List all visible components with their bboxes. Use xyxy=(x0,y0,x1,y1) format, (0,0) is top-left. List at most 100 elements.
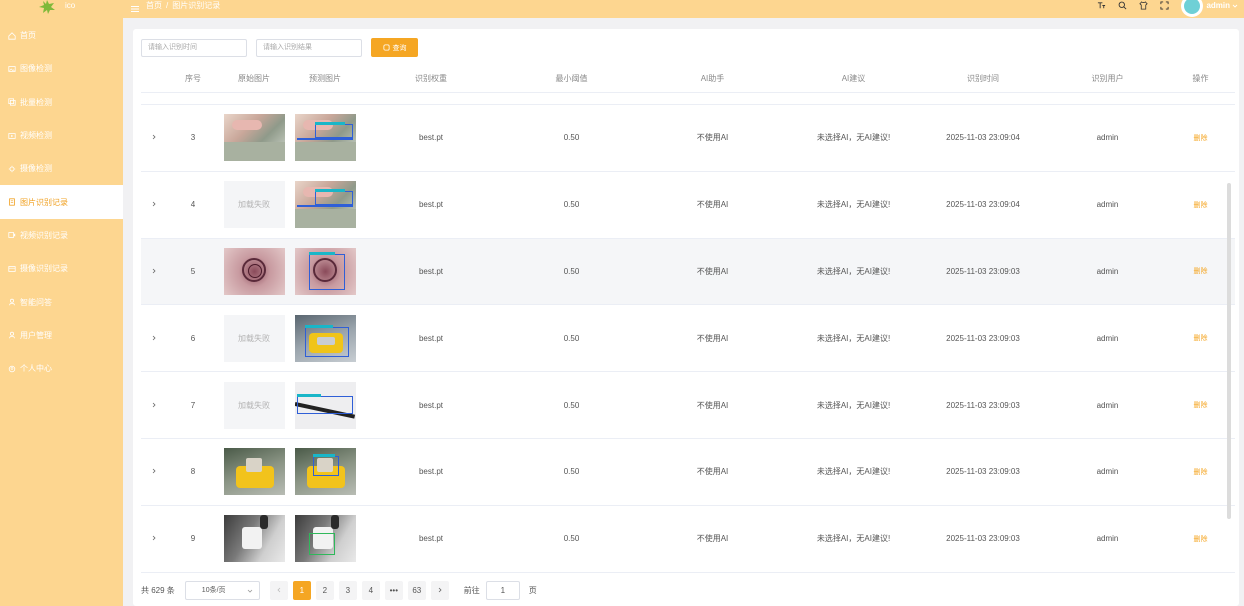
cell-ai: 不使用AI xyxy=(696,133,729,143)
predicted-image[interactable] xyxy=(294,114,356,162)
table-header: 序号 原始图片 预测图片 识别权重 最小阈值 AI助手 AI建议 识别时间 识别… xyxy=(141,65,1235,93)
prev-page-button[interactable] xyxy=(269,580,288,600)
expand-chevron-icon[interactable] xyxy=(141,401,167,410)
hamburger-menu-icon[interactable] xyxy=(131,5,139,13)
page-4-button[interactable]: 4 xyxy=(361,580,380,600)
sidebar-item-home[interactable]: 首页 xyxy=(0,19,123,52)
cell-no: 5 xyxy=(190,266,196,276)
avatar[interactable] xyxy=(1181,0,1204,17)
search-time-input[interactable] xyxy=(141,38,247,57)
delete-button[interactable]: 删除 xyxy=(1194,469,1208,476)
page-1-button[interactable]: 1 xyxy=(292,580,311,600)
sidebar-item-video-detect[interactable]: 视频检测 xyxy=(0,119,123,152)
expand-chevron-icon[interactable] xyxy=(141,133,167,142)
cell-ai: 不使用AI xyxy=(696,400,729,410)
cell-weight: best.pt xyxy=(418,400,443,410)
cell-time: 2025-11-03 23:09:03 xyxy=(946,400,1020,410)
predicted-image[interactable] xyxy=(294,515,356,563)
username[interactable]: admin xyxy=(1206,1,1230,10)
cell-user: admin xyxy=(1096,333,1119,343)
expand-chevron-icon[interactable] xyxy=(141,467,167,476)
font-size-icon[interactable] xyxy=(1096,0,1106,10)
original-image[interactable] xyxy=(223,515,285,563)
expand-chevron-icon[interactable] xyxy=(141,534,167,543)
header-weight: 识别权重 xyxy=(415,74,447,83)
more-pages-button[interactable]: ••• xyxy=(384,580,403,600)
sidebar-item-video-record[interactable]: 视频识别记录 xyxy=(0,219,123,252)
delete-button[interactable]: 删除 xyxy=(1194,335,1208,342)
original-image[interactable] xyxy=(223,448,285,496)
predicted-image[interactable] xyxy=(294,381,356,429)
cell-weight: best.pt xyxy=(418,333,443,343)
predicted-image[interactable] xyxy=(294,247,356,295)
sidebar-item-label: 视频识别记录 xyxy=(20,230,68,240)
avatar-image xyxy=(1184,0,1201,14)
cell-no: 4 xyxy=(190,200,196,210)
page-2-button[interactable]: 2 xyxy=(315,580,334,600)
sidebar-menu: 首页 图像检测 批量检测 视频检测 摄像检测 图片识别记录 视频识别记录 摄像识… xyxy=(0,19,123,385)
header-pred: 预测图片 xyxy=(309,74,341,83)
fullscreen-icon[interactable] xyxy=(1159,0,1169,10)
chevron-down-icon xyxy=(247,588,253,594)
page-size-select[interactable]: 10条/页 xyxy=(184,580,260,600)
page-63-button[interactable]: 63 xyxy=(407,580,426,600)
original-image-failed: 加载失败 xyxy=(223,381,285,429)
search-icon[interactable] xyxy=(1117,0,1127,10)
table-scrollbar[interactable] xyxy=(1227,183,1231,519)
delete-button[interactable]: 删除 xyxy=(1194,268,1208,275)
page-3-button[interactable]: 3 xyxy=(338,580,357,600)
total-count: 共 629 条 xyxy=(141,585,175,595)
sidebar-item-smart-qa[interactable]: 智能问答 xyxy=(0,285,123,318)
delete-button[interactable]: 删除 xyxy=(1194,536,1208,543)
delete-button[interactable]: 删除 xyxy=(1194,202,1208,209)
delete-button[interactable]: 删除 xyxy=(1194,402,1208,409)
search-button[interactable]: 查询 xyxy=(371,38,418,57)
record-icon xyxy=(7,198,16,207)
profile-icon xyxy=(7,364,16,373)
camera-record-icon xyxy=(7,264,16,273)
cell-ai: 不使用AI xyxy=(696,266,729,276)
sidebar-item-label: 用户管理 xyxy=(20,330,52,340)
sidebar-item-image-detect[interactable]: 图像检测 xyxy=(0,52,123,85)
expand-chevron-icon[interactable] xyxy=(141,334,167,343)
sidebar-item-profile[interactable]: 个人中心 xyxy=(0,352,123,385)
sidebar-item-batch-detect[interactable]: 批量检测 xyxy=(0,86,123,119)
original-image[interactable] xyxy=(223,247,285,295)
cell-sugg: 未选择AI，无AI建议! xyxy=(816,200,891,210)
predicted-image[interactable] xyxy=(294,448,356,496)
delete-button[interactable]: 删除 xyxy=(1194,135,1208,142)
page-size-value: 10条/页 xyxy=(201,587,226,594)
cell-user: admin xyxy=(1096,266,1119,276)
predicted-image[interactable] xyxy=(294,181,356,229)
video-record-icon xyxy=(7,231,16,240)
batch-icon xyxy=(7,98,16,107)
cell-time: 2025-11-03 23:09:03 xyxy=(946,333,1020,343)
breadcrumb-home[interactable]: 首页 xyxy=(146,0,162,11)
header-time: 识别时间 xyxy=(967,74,999,83)
cell-sugg: 未选择AI，无AI建议! xyxy=(816,266,891,276)
cell-sugg: 未选择AI，无AI建议! xyxy=(816,333,891,343)
sidebar-item-user-manage[interactable]: 用户管理 xyxy=(0,319,123,352)
original-image[interactable] xyxy=(223,114,285,162)
sidebar-item-label: 个人中心 xyxy=(20,364,52,374)
expand-chevron-icon[interactable] xyxy=(141,267,167,276)
breadcrumb-separator: / xyxy=(166,0,169,10)
original-image-failed: 加载失败 xyxy=(223,314,285,362)
cell-weight: best.pt xyxy=(418,266,443,276)
header-sugg: AI建议 xyxy=(841,74,866,83)
predicted-image[interactable] xyxy=(294,314,356,362)
theme-shirt-icon[interactable] xyxy=(1138,0,1148,10)
table-row: 5 best.pt 0.50 不使用AI 未选择AI，无AI建议! 2025-1… xyxy=(141,238,1235,306)
goto-page-input[interactable] xyxy=(485,580,520,600)
search-result-input[interactable] xyxy=(256,38,362,57)
sidebar-item-image-record[interactable]: 图片识别记录 xyxy=(0,185,123,219)
cell-ai: 不使用AI xyxy=(696,534,729,544)
cell-weight: best.pt xyxy=(418,200,443,210)
sidebar-item-camera-detect[interactable]: 摄像检测 xyxy=(0,152,123,185)
expand-chevron-icon[interactable] xyxy=(141,200,167,209)
chevron-down-icon[interactable] xyxy=(1232,2,1238,8)
sidebar-item-camera-record[interactable]: 摄像识别记录 xyxy=(0,252,123,285)
next-page-button[interactable] xyxy=(430,580,449,600)
cell-time: 2025-11-03 23:09:03 xyxy=(946,534,1020,544)
table-row: 4 加载失败 best.pt 0.50 不使用AI 未选择AI，无AI建议! 2… xyxy=(141,172,1235,239)
